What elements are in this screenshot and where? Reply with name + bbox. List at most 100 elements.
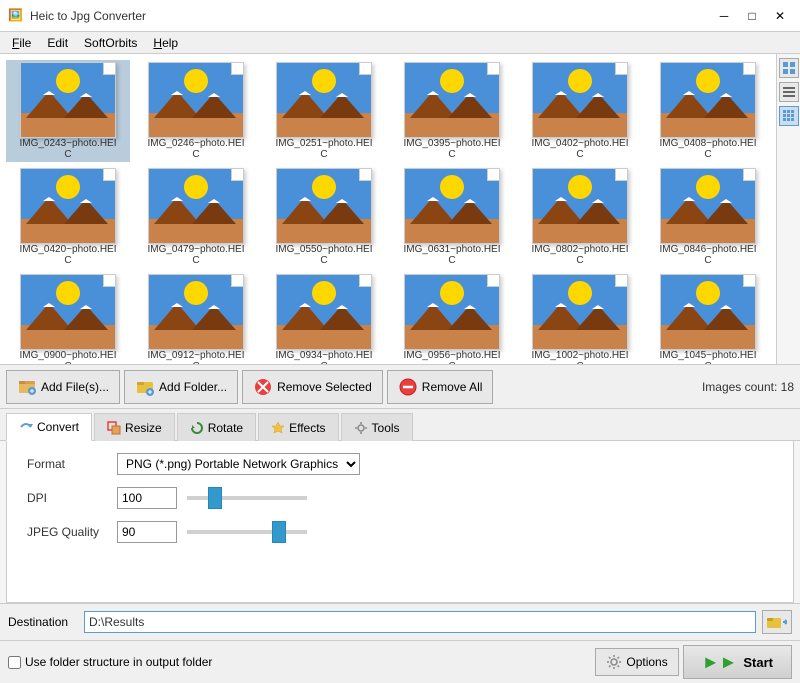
dpi-label: DPI <box>27 491 107 505</box>
list-item[interactable]: IMG_0395~photo.HEIC <box>390 60 514 162</box>
list-item[interactable]: IMG_0934~photo.HEIC <box>262 272 386 364</box>
view-thumbnail[interactable] <box>779 106 799 126</box>
list-item[interactable]: IMG_0550~photo.HEIC <box>262 166 386 268</box>
menu-softorbits[interactable]: SoftOrbits <box>76 34 145 52</box>
app-title: Heic to Jpg Converter <box>30 9 146 23</box>
format-select[interactable]: PNG (*.png) Portable Network Graphics <box>117 453 360 475</box>
image-label: IMG_0251~photo.HEIC <box>274 138 374 160</box>
dpi-row: DPI <box>27 487 773 509</box>
convert-icon <box>19 420 33 434</box>
image-label: IMG_0420~photo.HEIC <box>18 244 118 266</box>
jpeg-quality-input[interactable] <box>117 521 177 543</box>
remove-all-label: Remove All <box>422 380 483 394</box>
list-item[interactable]: IMG_0631~photo.HEIC <box>390 166 514 268</box>
format-label: Format <box>27 457 107 471</box>
image-label: IMG_0395~photo.HEIC <box>402 138 502 160</box>
close-button[interactable]: ✕ <box>768 7 792 25</box>
image-label: IMG_0246~photo.HEIC <box>146 138 246 160</box>
jpeg-quality-slider[interactable] <box>187 530 307 534</box>
dpi-slider[interactable] <box>187 496 307 500</box>
folder-structure-checkbox[interactable] <box>8 656 21 669</box>
options-button[interactable]: Options <box>595 648 678 676</box>
image-label: IMG_0900~photo.HEIC <box>18 350 118 364</box>
tab-effects[interactable]: Effects <box>258 413 338 441</box>
folder-structure-row: Use folder structure in output folder <box>8 655 212 669</box>
jpeg-quality-label: JPEG Quality <box>27 525 107 539</box>
image-grid-container: IMG_0243~photo.HEIC IMG_0246~photo.HEIC IM… <box>0 54 800 365</box>
image-label: IMG_0402~photo.HEIC <box>530 138 630 160</box>
bottom-bar: Use folder structure in output folder Op… <box>0 640 800 683</box>
image-label: IMG_0956~photo.HEIC <box>402 350 502 364</box>
menu-bar: File Edit SoftOrbits Help <box>0 32 800 54</box>
settings-panel: Convert Resize Rotate Effects Tools Fo <box>0 409 800 603</box>
image-label: IMG_0408~photo.HEIC <box>658 138 758 160</box>
list-item[interactable]: IMG_0246~photo.HEIC <box>134 60 258 162</box>
list-item[interactable]: IMG_0420~photo.HEIC <box>6 166 130 268</box>
options-label: Options <box>626 655 667 669</box>
browse-icon <box>767 614 787 630</box>
list-item[interactable]: IMG_0408~photo.HEIC <box>646 60 770 162</box>
add-files-label: Add File(s)... <box>41 380 109 394</box>
remove-selected-button[interactable]: Remove Selected <box>242 370 383 404</box>
image-label: IMG_0479~photo.HEIC <box>146 244 246 266</box>
tabs-bar: Convert Resize Rotate Effects Tools <box>0 409 800 441</box>
title-bar: 🖼️ Heic to Jpg Converter ─ □ ✕ <box>0 0 800 32</box>
add-folder-icon <box>135 377 155 397</box>
options-icon <box>606 654 622 670</box>
destination-input[interactable] <box>84 611 756 633</box>
add-folder-label: Add Folder... <box>159 380 227 394</box>
tab-convert[interactable]: Convert <box>6 413 92 441</box>
tab-resize[interactable]: Resize <box>94 413 175 441</box>
image-label: IMG_1045~photo.HEIC <box>658 350 758 364</box>
menu-file[interactable]: File <box>4 34 39 52</box>
image-label: IMG_0631~photo.HEIC <box>402 244 502 266</box>
image-grid[interactable]: IMG_0243~photo.HEIC IMG_0246~photo.HEIC IM… <box>0 54 776 364</box>
remove-all-button[interactable]: Remove All <box>387 370 494 404</box>
list-item[interactable]: IMG_0402~photo.HEIC <box>518 60 642 162</box>
view-large-icon[interactable] <box>779 58 799 78</box>
tools-icon <box>354 421 368 435</box>
jpeg-slider-container <box>187 530 773 534</box>
remove-all-icon <box>398 377 418 397</box>
effects-icon <box>271 421 285 435</box>
app-icon: 🖼️ <box>8 8 24 24</box>
start-label: Start <box>743 655 773 670</box>
window-controls: ─ □ ✕ <box>712 7 792 25</box>
format-row: Format PNG (*.png) Portable Network Grap… <box>27 453 773 475</box>
list-item[interactable]: IMG_0846~photo.HEIC <box>646 166 770 268</box>
tab-rotate[interactable]: Rotate <box>177 413 256 441</box>
list-item[interactable]: IMG_0251~photo.HEIC <box>262 60 386 162</box>
view-panel <box>776 54 800 364</box>
destination-bar: Destination <box>0 603 800 640</box>
menu-edit[interactable]: Edit <box>39 34 76 52</box>
start-button[interactable]: ►► Start <box>683 645 792 679</box>
maximize-button[interactable]: □ <box>740 7 764 25</box>
add-files-button[interactable]: Add File(s)... <box>6 370 120 404</box>
images-count: Images count: 18 <box>702 380 794 394</box>
dpi-input[interactable] <box>117 487 177 509</box>
image-label: IMG_0550~photo.HEIC <box>274 244 374 266</box>
menu-help[interactable]: Help <box>145 34 186 52</box>
list-item[interactable]: IMG_0900~photo.HEIC <box>6 272 130 364</box>
list-item[interactable]: IMG_0956~photo.HEIC <box>390 272 514 364</box>
right-buttons: Options ►► Start <box>595 645 792 679</box>
list-item[interactable]: IMG_0912~photo.HEIC <box>134 272 258 364</box>
remove-selected-icon <box>253 377 273 397</box>
add-folder-button[interactable]: Add Folder... <box>124 370 238 404</box>
list-item[interactable]: IMG_0802~photo.HEIC <box>518 166 642 268</box>
minimize-button[interactable]: ─ <box>712 7 736 25</box>
destination-label: Destination <box>8 615 78 629</box>
list-item[interactable]: IMG_1002~photo.HEIC <box>518 272 642 364</box>
list-item[interactable]: IMG_0243~photo.HEIC <box>6 60 130 162</box>
view-list[interactable] <box>779 82 799 102</box>
tab-tools[interactable]: Tools <box>341 413 413 441</box>
image-label: IMG_0912~photo.HEIC <box>146 350 246 364</box>
rotate-icon <box>190 421 204 435</box>
main-content: IMG_0243~photo.HEIC IMG_0246~photo.HEIC IM… <box>0 54 800 683</box>
browse-button[interactable] <box>762 610 792 634</box>
add-files-icon <box>17 377 37 397</box>
list-item[interactable]: IMG_0479~photo.HEIC <box>134 166 258 268</box>
remove-selected-label: Remove Selected <box>277 380 372 394</box>
list-item[interactable]: IMG_1045~photo.HEIC <box>646 272 770 364</box>
image-label: IMG_0243~photo.HEIC <box>18 138 118 160</box>
